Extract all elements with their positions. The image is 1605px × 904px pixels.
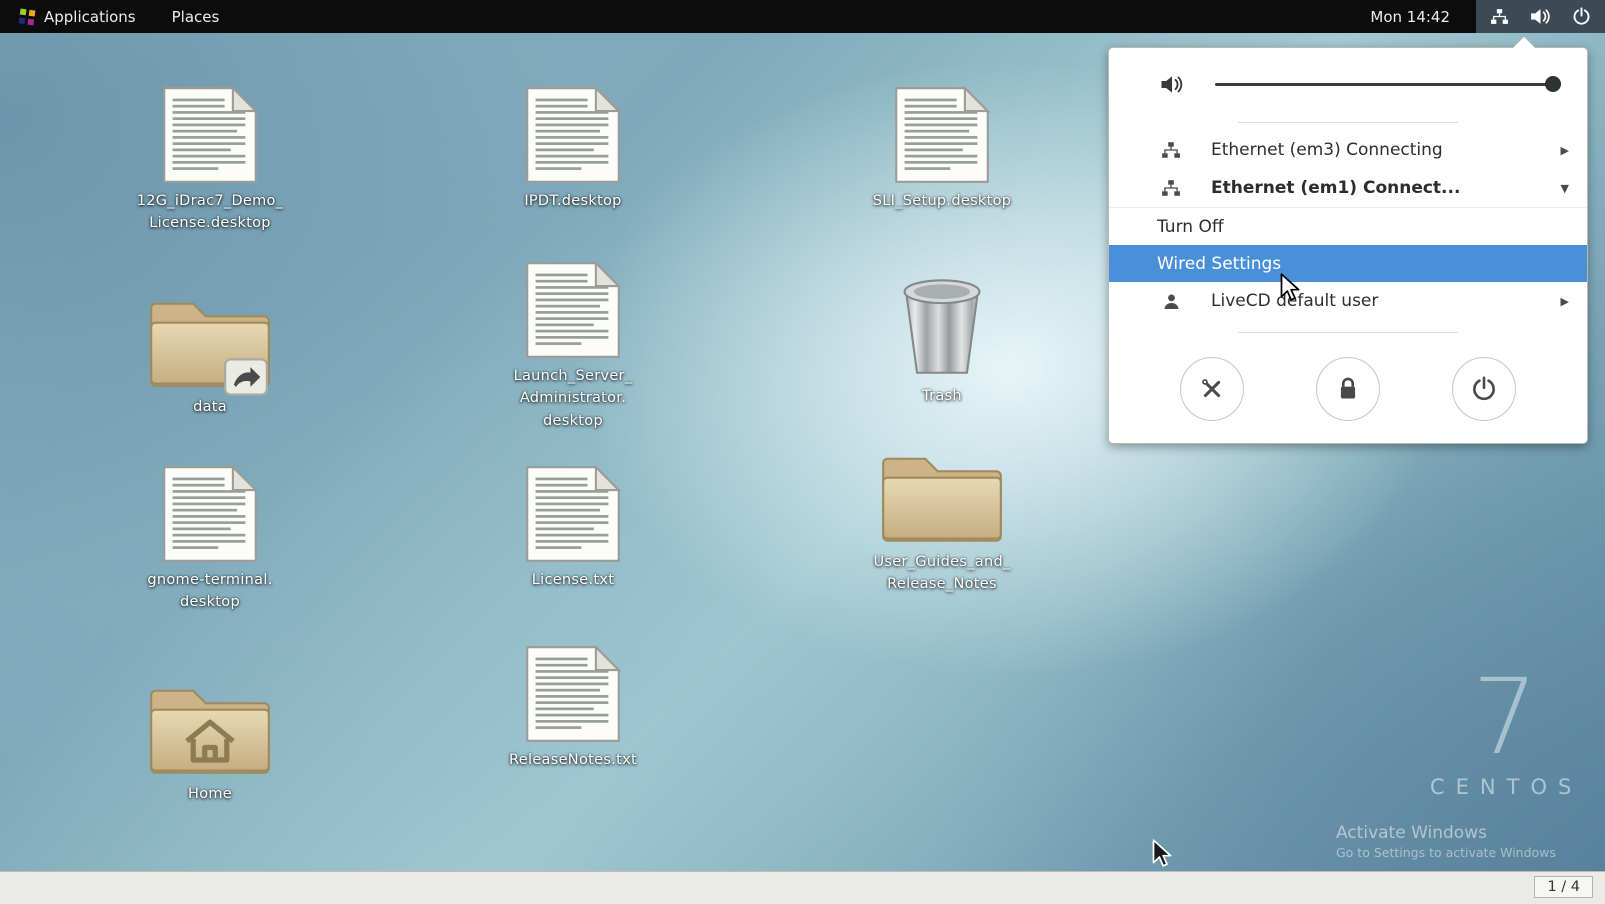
power-button[interactable]	[1452, 357, 1516, 421]
menu-item-ethernet-em1[interactable]: Ethernet (em1) Connect... ▼	[1109, 169, 1587, 207]
applications-menu[interactable]: Applications	[0, 0, 154, 33]
popup-arrow	[1513, 37, 1535, 48]
volume-icon[interactable]	[1529, 7, 1552, 26]
document-icon	[521, 465, 625, 563]
mouse-cursor	[1278, 272, 1300, 302]
menu-item-user[interactable]: LiveCD default user ▶	[1109, 282, 1587, 320]
power-icon	[1471, 376, 1497, 402]
network-icon	[1161, 141, 1181, 159]
network-icon	[1161, 179, 1181, 197]
workspace-pager[interactable]: 1 / 4	[1534, 876, 1593, 898]
desktop-icon-label: IPDT.desktop	[524, 190, 621, 212]
folder-icon	[879, 446, 1005, 545]
lock-icon	[1336, 376, 1360, 402]
activate-windows-line2: Go to Settings to activate Windows	[1336, 845, 1556, 860]
network-icon[interactable]	[1490, 8, 1509, 25]
centos-brand-watermark: CENTOS	[1430, 775, 1582, 799]
volume-slider[interactable]	[1215, 76, 1561, 92]
menu-item-label: Wired Settings	[1157, 254, 1281, 274]
applications-menu-label: Applications	[44, 8, 136, 26]
system-status-menu: Ethernet (em3) Connecting ▶ Ethernet (em…	[1108, 47, 1588, 444]
shortcut-emblem-icon	[224, 358, 268, 396]
desktop-icon-label: SLI_Setup.desktop	[873, 190, 1012, 212]
clock[interactable]: Mon 14:42	[1344, 8, 1476, 26]
volume-row	[1109, 48, 1587, 120]
document-icon	[521, 86, 625, 184]
menu-item-label: Ethernet (em1) Connect...	[1211, 178, 1561, 198]
desktop-icon-label: License.txt	[532, 569, 615, 591]
menu-item-label: Ethernet (em3) Connecting	[1211, 140, 1561, 160]
chevron-right-icon: ▶	[1561, 295, 1569, 308]
system-buttons-row	[1109, 341, 1587, 443]
activate-windows-line1: Activate Windows	[1336, 823, 1487, 843]
chevron-right-icon: ▶	[1561, 144, 1569, 157]
volume-slider-knob[interactable]	[1545, 76, 1561, 92]
desktop-icon-label: data	[193, 396, 227, 418]
desktop-screen: Applications Places Mon 14:42 12G_iDrac7…	[0, 0, 1605, 904]
trash-icon	[894, 273, 990, 379]
system-tray[interactable]	[1476, 0, 1605, 33]
desktop-icon-user-guides[interactable]: User_Guides_and_ Release_Notes	[852, 446, 1032, 596]
menu-separator	[1238, 332, 1458, 333]
desktop-icon-label: ReleaseNotes.txt	[509, 749, 637, 771]
desktop-icon-label: Home	[188, 783, 232, 805]
document-icon	[158, 86, 262, 184]
mouse-cursor	[1150, 838, 1172, 868]
menu-item-ethernet-em3[interactable]: Ethernet (em3) Connecting ▶	[1109, 131, 1587, 169]
document-icon	[158, 465, 262, 563]
menu-item-wired-settings[interactable]: Wired Settings	[1109, 245, 1587, 282]
desktop-icon-trash[interactable]: Trash	[852, 273, 1032, 407]
menu-item-label: LiveCD default user	[1211, 291, 1561, 311]
document-icon	[521, 261, 625, 359]
settings-tools-icon	[1199, 376, 1225, 402]
desktop-icon-launch-server-administrator[interactable]: Launch_Server_ Administrator. desktop	[483, 261, 663, 432]
desktop-icon-ipdt[interactable]: IPDT.desktop	[483, 86, 663, 212]
power-icon[interactable]	[1572, 7, 1591, 26]
desktop-icon-12g-idrac7-license[interactable]: 12G_iDrac7_Demo_ License.desktop	[120, 86, 300, 235]
chevron-down-icon: ▼	[1561, 182, 1569, 195]
distro-logo-icon	[18, 8, 36, 26]
desktop-icon-license-txt[interactable]: License.txt	[483, 465, 663, 591]
volume-slider-fill	[1215, 83, 1561, 86]
bottom-bar: 1 / 4	[0, 871, 1605, 904]
menu-separator	[1238, 122, 1458, 123]
settings-button[interactable]	[1180, 357, 1244, 421]
home-emblem-icon	[147, 678, 273, 777]
lock-button[interactable]	[1316, 357, 1380, 421]
desktop-icon-sli-setup[interactable]: SLI_Setup.desktop	[852, 86, 1032, 212]
user-icon	[1163, 293, 1180, 310]
places-menu-label: Places	[172, 8, 220, 26]
desktop-icon-label: gnome-terminal. desktop	[147, 569, 272, 614]
desktop-icon-home[interactable]: Home	[120, 678, 300, 805]
menu-item-label: Turn Off	[1157, 217, 1224, 237]
desktop-icon-label: 12G_iDrac7_Demo_ License.desktop	[137, 190, 284, 235]
desktop-icon-label: Trash	[922, 385, 962, 407]
desktop-icon-data[interactable]: data	[120, 291, 300, 418]
document-icon	[521, 645, 625, 743]
desktop-icon-gnome-terminal[interactable]: gnome-terminal. desktop	[120, 465, 300, 614]
menu-item-turn-off[interactable]: Turn Off	[1109, 207, 1587, 245]
desktop-icon-label: Launch_Server_ Administrator. desktop	[514, 365, 633, 432]
desktop-icon-releasenotes-txt[interactable]: ReleaseNotes.txt	[483, 645, 663, 771]
centos-version-watermark: 7	[1472, 665, 1538, 769]
volume-speaker-icon[interactable]	[1159, 74, 1185, 95]
top-bar: Applications Places Mon 14:42	[0, 0, 1605, 33]
places-menu[interactable]: Places	[154, 0, 238, 33]
desktop-icon-label: User_Guides_and_ Release_Notes	[873, 551, 1010, 596]
document-icon	[890, 86, 994, 184]
